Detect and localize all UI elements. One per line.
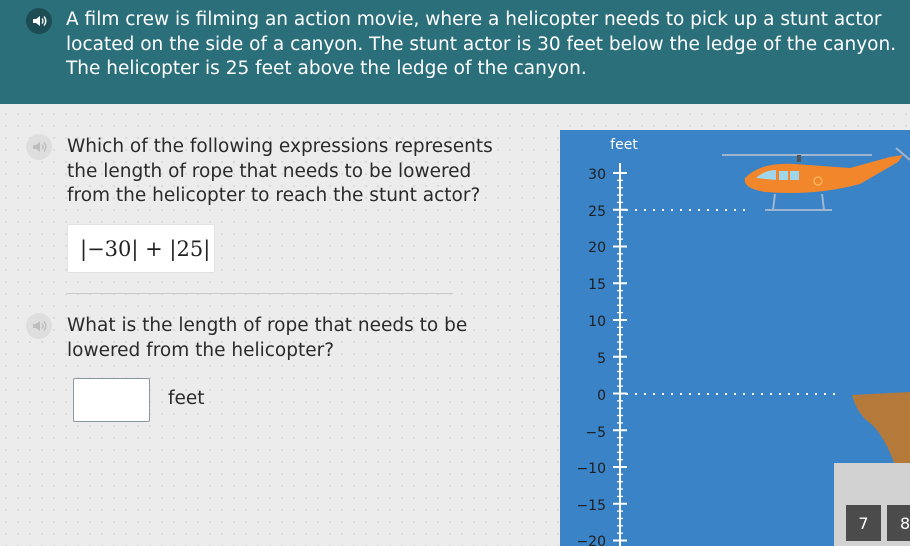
question-1-text: Which of the following expressions repre… (67, 136, 493, 206)
tick-label: −5 (585, 425, 606, 441)
answer-input[interactable] (73, 378, 150, 422)
speaker-icon[interactable] (26, 8, 52, 34)
unit-label: feet (168, 388, 205, 409)
tick-label: 0 (597, 388, 606, 404)
divider (67, 293, 453, 294)
canyon-ledge (852, 392, 910, 470)
speaker-icon[interactable] (26, 134, 52, 160)
question-2-text: What is the length of rope that needs to… (67, 315, 468, 361)
keypad-key-7[interactable]: 7 (846, 505, 881, 541)
helicopter-icon (722, 147, 910, 211)
tick-label: 20 (588, 240, 606, 256)
tick-label: −15 (576, 498, 606, 514)
problem-header: A film crew is filming an action movie, … (0, 0, 910, 104)
tick-label: 15 (588, 277, 606, 293)
axis-label: feet (610, 137, 638, 153)
selected-expression: |−30| + |25| (67, 224, 215, 273)
tick-label: 30 (588, 167, 606, 183)
tick-label: −10 (576, 461, 606, 477)
tick-label: 25 (588, 204, 606, 220)
speaker-icon[interactable] (26, 313, 52, 339)
keypad-key-8[interactable]: 8 (887, 505, 910, 541)
tick-label: 10 (588, 314, 606, 330)
tick-label: −20 (576, 534, 606, 546)
problem-text: A film crew is filming an action movie, … (66, 9, 897, 79)
tick-label: 5 (597, 351, 606, 367)
